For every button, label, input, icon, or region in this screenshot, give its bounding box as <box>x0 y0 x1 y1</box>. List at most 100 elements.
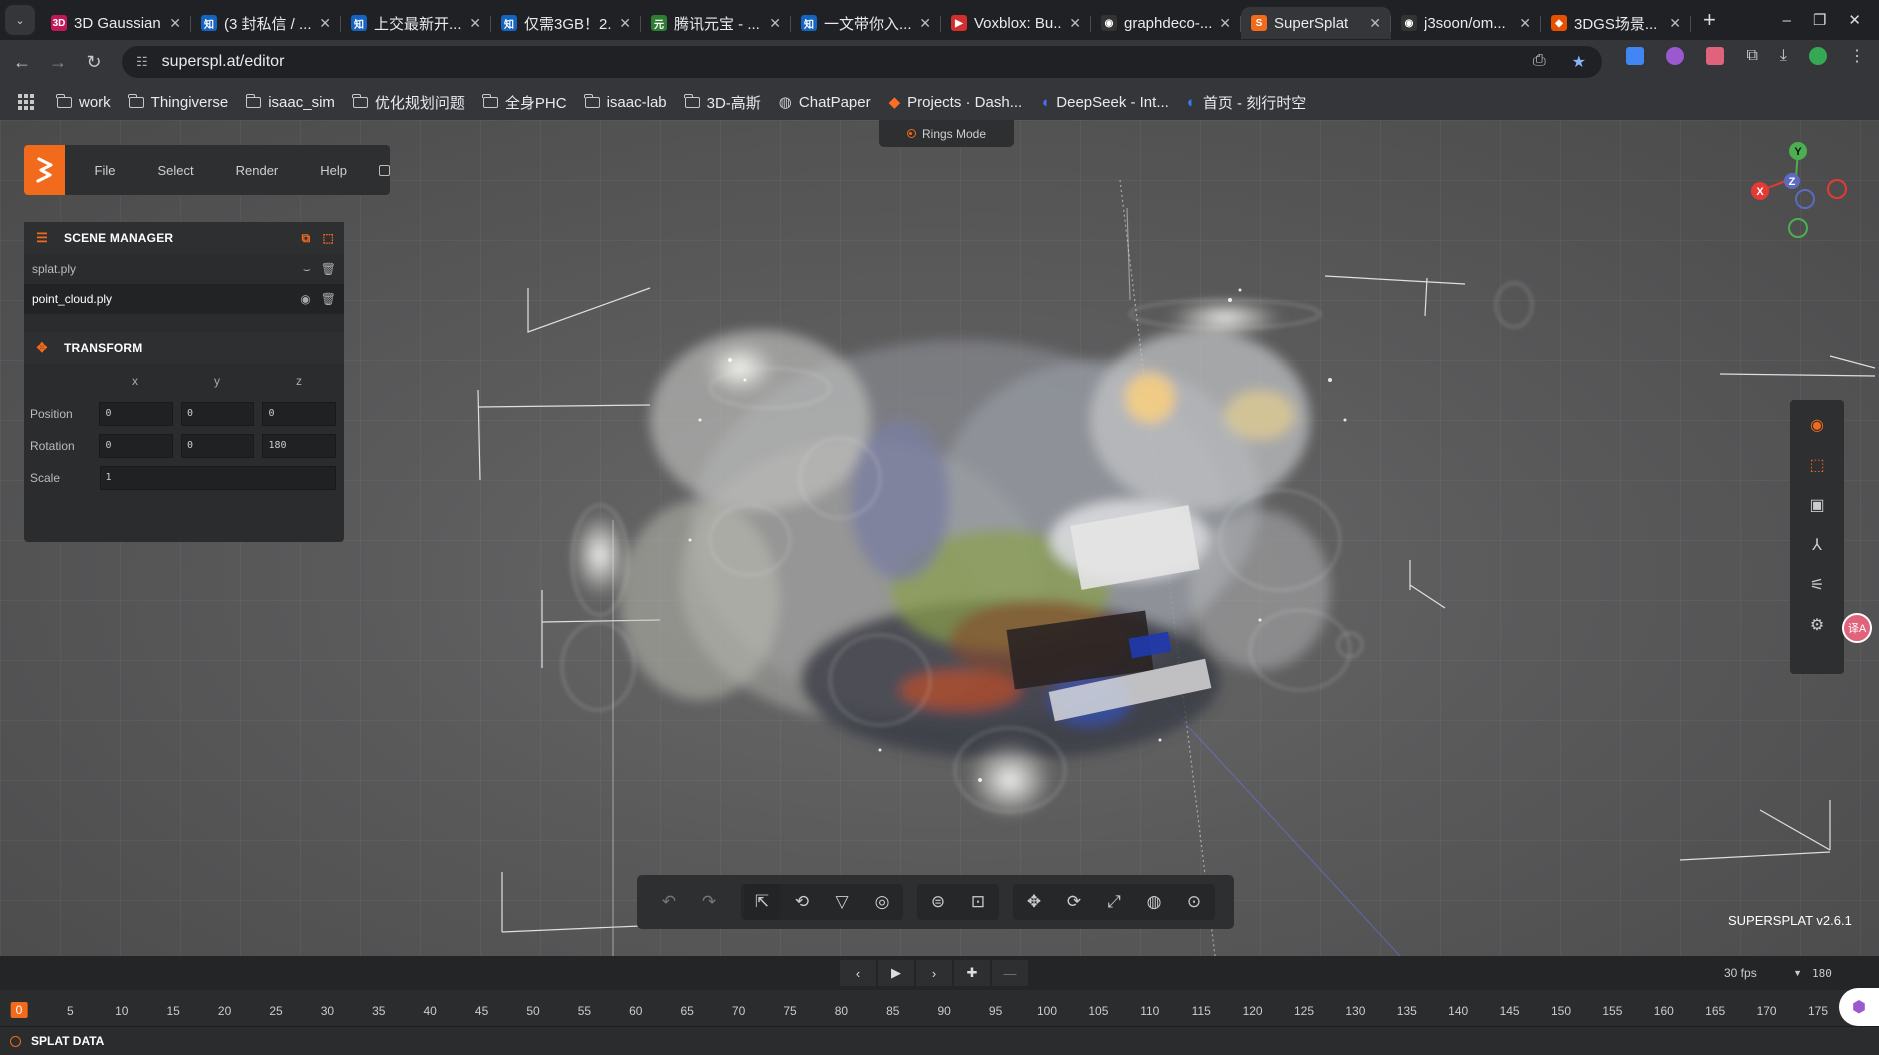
add-keyframe-button[interactable]: ✚ <box>954 960 990 986</box>
picker-select-icon[interactable]: ⇱ <box>744 884 780 920</box>
timeline-tick[interactable]: 65 <box>681 1004 694 1018</box>
extension-icon[interactable] <box>1666 47 1685 65</box>
timeline-tick[interactable]: 10 <box>115 1004 128 1018</box>
timeline-tick[interactable]: 120 <box>1243 1004 1263 1018</box>
bookmark-item[interactable]: ◐ 首页 - 刻行时空 <box>1178 92 1315 113</box>
undo-icon[interactable]: ↶ <box>651 884 687 920</box>
bookmark-star-icon[interactable]: ★ <box>1572 52 1586 72</box>
timeline-tick[interactable]: 105 <box>1088 1004 1108 1018</box>
gizmo-neg-x-handle[interactable] <box>1827 179 1847 199</box>
timeline-tick[interactable]: 95 <box>989 1004 1002 1018</box>
timeline-tick[interactable]: 145 <box>1500 1004 1520 1018</box>
timeline-tick[interactable]: 110 <box>1140 1004 1159 1018</box>
close-tab-icon[interactable]: ✕ <box>319 15 331 32</box>
close-tab-icon[interactable]: ✕ <box>1069 15 1081 32</box>
remove-keyframe-button[interactable]: — <box>992 960 1028 986</box>
splat-data-panel-header[interactable]: SPLAT DATA <box>0 1026 1879 1055</box>
download-icon[interactable]: ⤓ <box>1780 47 1787 65</box>
selection-bound-icon[interactable]: ⬚ <box>1806 454 1828 476</box>
address-bar[interactable]: ☷ superspl.at/editor ⎙ ★ <box>122 46 1602 78</box>
timeline-tick[interactable]: 70 <box>732 1004 745 1018</box>
timeline-tick[interactable]: 155 <box>1602 1004 1622 1018</box>
assistant-float-icon[interactable]: ⬢ <box>1839 988 1879 1026</box>
gizmo-neg-y-handle[interactable] <box>1788 218 1808 238</box>
rings-mode-toggle[interactable]: Rings Mode <box>879 120 1014 147</box>
trash-icon[interactable]: 🗑︎ <box>321 292 336 306</box>
close-tab-icon[interactable]: ✕ <box>469 15 481 32</box>
brush-select-icon[interactable]: ◎ <box>864 884 900 920</box>
rotation-z-input[interactable]: 180 <box>262 434 336 458</box>
sphere-select-icon[interactable]: ⊜ <box>920 884 956 920</box>
extension-icon[interactable] <box>1626 47 1645 65</box>
browser-tab[interactable]: ◉ graphdeco-... ✕ <box>1091 7 1241 39</box>
apps-grid-icon[interactable] <box>18 94 34 110</box>
close-tab-icon[interactable]: ✕ <box>919 15 931 32</box>
scale-icon[interactable]: ⤢ <box>1096 884 1132 920</box>
eye-hidden-icon[interactable]: ⌣ <box>303 262 311 277</box>
browser-tab[interactable]: S SuperSplat ✕ <box>1241 7 1391 39</box>
frame-selection-icon[interactable]: ▣ <box>1806 494 1828 516</box>
view-axis-gizmo[interactable]: Y X Z <box>1740 120 1860 250</box>
eye-icon[interactable]: ◉ <box>300 292 310 306</box>
puzzle-icon[interactable]: ⧉ <box>1746 47 1757 65</box>
gizmo-neg-z-handle[interactable] <box>1795 189 1815 209</box>
minimize-icon[interactable]: – <box>1783 12 1791 29</box>
install-app-icon[interactable]: ⎙ <box>1533 52 1546 72</box>
close-tab-icon[interactable]: ✕ <box>769 15 781 32</box>
site-info-icon[interactable]: ☷ <box>136 54 148 70</box>
position-x-input[interactable]: 0 <box>99 402 173 426</box>
browser-tab[interactable]: ◆ 3DGS场景... ✕ <box>1541 7 1691 39</box>
timeline-tick[interactable]: 5 <box>67 1004 74 1018</box>
timeline-tick[interactable]: 75 <box>783 1004 796 1018</box>
current-frame-marker[interactable]: 0 <box>10 1002 28 1018</box>
prev-frame-button[interactable]: ‹ <box>840 960 876 986</box>
timeline-tick[interactable]: 40 <box>424 1004 437 1018</box>
timeline-tick[interactable]: 15 <box>167 1004 180 1018</box>
redo-icon[interactable]: ↷ <box>691 884 727 920</box>
timeline-tick[interactable]: 80 <box>835 1004 848 1018</box>
timeline-tick[interactable]: 125 <box>1294 1004 1314 1018</box>
scale-input[interactable]: 1 <box>99 466 336 490</box>
bookmark-item[interactable]: isaac-lab <box>576 92 676 113</box>
play-button[interactable]: ▶ <box>878 960 914 986</box>
bookmark-item[interactable]: work <box>48 92 120 113</box>
timeline-tick[interactable]: 140 <box>1448 1004 1468 1018</box>
timeline-tick[interactable]: 165 <box>1705 1004 1725 1018</box>
bookmark-item[interactable]: 优化规划问题 <box>344 92 474 113</box>
lasso-select-icon[interactable]: ⟲ <box>784 884 820 920</box>
timeline-ruler[interactable]: 0 5 10 15 20 25 30 35 40 45 50 55 60 65 70 75 80 85 90 95 10… <box>0 990 1879 1026</box>
close-tab-icon[interactable]: ✕ <box>169 15 181 32</box>
world-space-icon[interactable]: ◍ <box>1136 884 1172 920</box>
close-tab-icon[interactable]: ✕ <box>1219 15 1231 32</box>
rotate-icon[interactable]: ⟳ <box>1056 884 1092 920</box>
fps-select[interactable]: 30 fps ▼ <box>1718 962 1808 984</box>
close-tab-icon[interactable]: ✕ <box>1519 15 1531 32</box>
bookmark-item[interactable]: Thingiverse <box>120 92 238 113</box>
bookmark-item[interactable]: ◍ ChatPaper <box>770 92 880 113</box>
timeline-tick[interactable]: 55 <box>578 1004 591 1018</box>
box-select-icon[interactable]: ⊡ <box>960 884 996 920</box>
timeline-tick[interactable]: 170 <box>1757 1004 1777 1018</box>
browser-tab[interactable]: 元腾讯元宝 - ... ✕ <box>641 7 791 39</box>
bookmark-item[interactable]: ◖ DeepSeek - Int... <box>1031 92 1178 113</box>
new-tab-button[interactable]: + <box>1703 7 1716 33</box>
settings-gear-icon[interactable]: ⚙ <box>1806 614 1828 636</box>
timeline-tick[interactable]: 150 <box>1551 1004 1571 1018</box>
menu-file[interactable]: File <box>65 163 140 178</box>
translate-float-icon[interactable]: 译A <box>1842 613 1872 643</box>
trash-icon[interactable]: 🗑︎ <box>321 262 336 277</box>
translate-icon[interactable]: ✥ <box>1016 884 1052 920</box>
timeline-tick[interactable]: 115 <box>1192 1004 1211 1018</box>
pivot-icon[interactable]: ⊙ <box>1176 884 1212 920</box>
color-adjust-icon[interactable]: ⚟ <box>1806 574 1828 596</box>
close-tab-icon[interactable]: ✕ <box>1669 15 1681 32</box>
kebab-menu-icon[interactable]: ⋮ <box>1849 46 1865 66</box>
translate-extension-icon[interactable] <box>1706 47 1725 65</box>
rotation-x-input[interactable]: 0 <box>99 434 173 458</box>
close-window-icon[interactable]: ✕ <box>1848 11 1861 29</box>
browser-tab[interactable]: ▶ Voxblox: Bu... ✕ <box>941 7 1091 39</box>
timeline-tick[interactable]: 35 <box>372 1004 385 1018</box>
bookmark-item[interactable]: 全身PHC <box>474 92 576 113</box>
profile-avatar[interactable] <box>1809 47 1827 65</box>
position-y-input[interactable]: 0 <box>180 402 255 426</box>
